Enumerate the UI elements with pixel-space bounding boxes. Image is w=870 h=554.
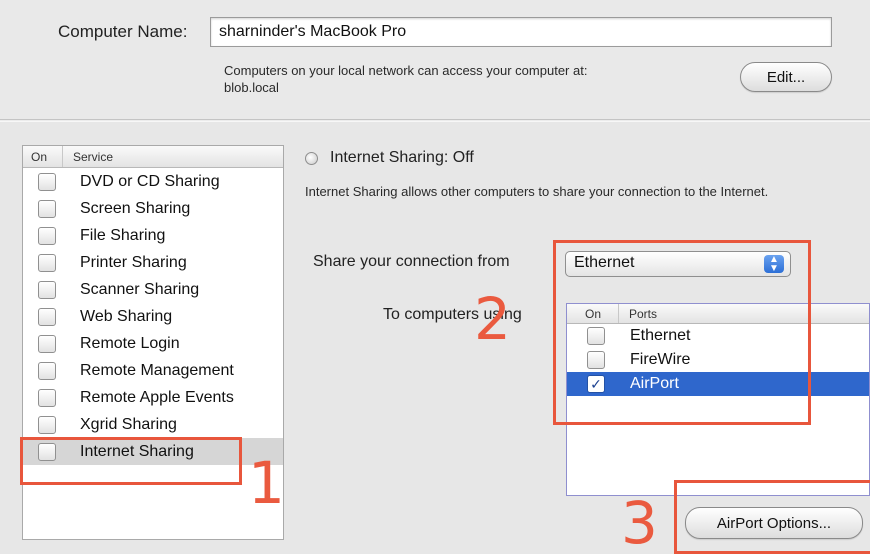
- service-label: Remote Management: [80, 361, 234, 379]
- service-label: File Sharing: [80, 226, 166, 244]
- annotation-box-2: [553, 240, 811, 425]
- local-hostname: blob.local: [224, 80, 279, 95]
- column-header-service[interactable]: Service: [63, 150, 113, 164]
- service-row[interactable]: Xgrid Sharing: [23, 411, 283, 438]
- computer-name-description: Computers on your local network can acce…: [224, 62, 587, 96]
- service-row[interactable]: Screen Sharing: [23, 195, 283, 222]
- service-row[interactable]: Remote Apple Events: [23, 384, 283, 411]
- service-list-header: On Service: [23, 146, 283, 168]
- service-row[interactable]: DVD or CD Sharing: [23, 168, 283, 195]
- service-row[interactable]: File Sharing: [23, 222, 283, 249]
- annotation-number-3: 3: [621, 489, 658, 554]
- service-row[interactable]: Remote Login: [23, 330, 283, 357]
- service-checkbox[interactable]: [38, 307, 56, 326]
- column-header-on[interactable]: On: [23, 146, 63, 167]
- local-access-text: Computers on your local network can acce…: [224, 63, 588, 78]
- service-label: Screen Sharing: [80, 199, 191, 217]
- service-label: Scanner Sharing: [80, 280, 200, 298]
- service-checkbox[interactable]: [38, 226, 56, 245]
- internet-sharing-description: Internet Sharing allows other computers …: [305, 184, 769, 199]
- service-checkbox[interactable]: [38, 361, 56, 380]
- annotation-number-1: 1: [248, 449, 285, 517]
- service-checkbox[interactable]: [38, 388, 56, 407]
- annotation-box-1: [20, 437, 242, 485]
- service-row[interactable]: Remote Management: [23, 357, 283, 384]
- service-checkbox[interactable]: [38, 199, 56, 218]
- service-row[interactable]: Scanner Sharing: [23, 276, 283, 303]
- service-row[interactable]: Printer Sharing: [23, 249, 283, 276]
- service-label: Xgrid Sharing: [80, 415, 177, 433]
- service-label: Remote Apple Events: [80, 388, 234, 406]
- service-row[interactable]: Web Sharing: [23, 303, 283, 330]
- annotation-number-2: 2: [474, 285, 511, 353]
- computer-name-label: Computer Name:: [58, 22, 188, 41]
- service-label: Printer Sharing: [80, 253, 187, 271]
- annotation-box-3: [674, 480, 870, 554]
- computer-name-field[interactable]: sharninder's MacBook Pro: [210, 17, 832, 47]
- internet-sharing-status: Internet Sharing: Off: [305, 149, 474, 167]
- service-label: Remote Login: [80, 334, 180, 352]
- service-checkbox[interactable]: [38, 280, 56, 299]
- status-text: Internet Sharing: Off: [330, 149, 474, 166]
- service-checkbox[interactable]: [38, 334, 56, 353]
- share-from-label: Share your connection from: [313, 253, 510, 270]
- service-checkbox[interactable]: [38, 172, 56, 191]
- edit-button[interactable]: Edit...: [740, 62, 832, 92]
- service-checkbox[interactable]: [38, 415, 56, 434]
- service-label: DVD or CD Sharing: [80, 172, 220, 190]
- service-checkbox[interactable]: [38, 253, 56, 272]
- computer-name-panel: Computer Name: sharninder's MacBook Pro …: [0, 0, 870, 120]
- service-label: Web Sharing: [80, 307, 173, 325]
- status-indicator-icon: [305, 151, 318, 165]
